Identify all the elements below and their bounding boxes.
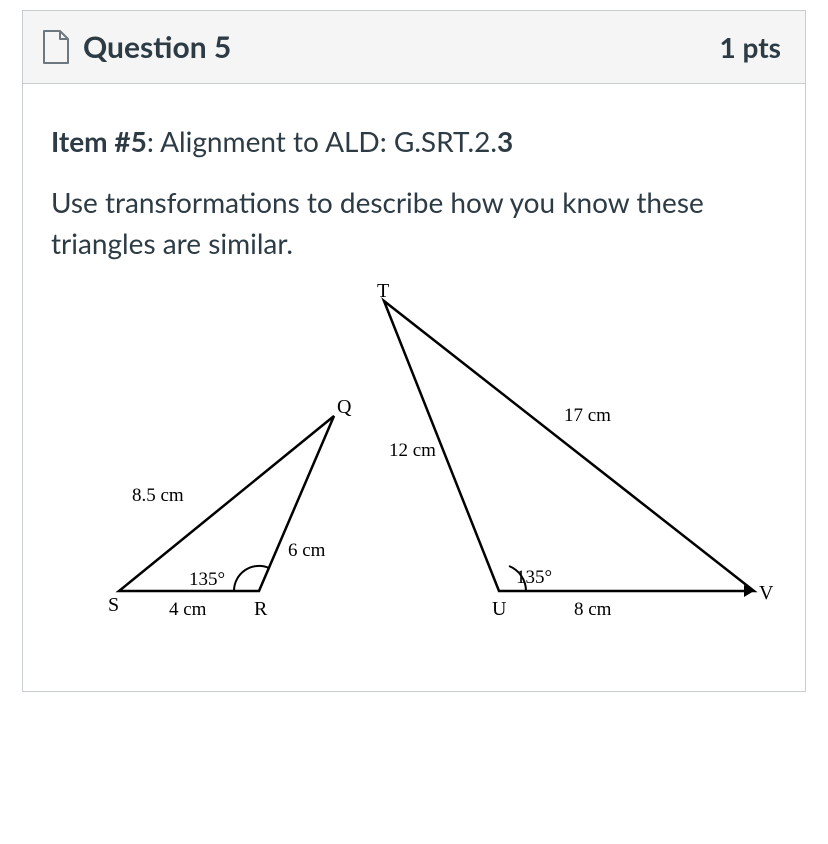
geometry-figure: S R Q 8.5 cm 4 cm 6 cm 135° T xyxy=(51,281,777,651)
question-body: Item #5: Alignment to ALD: G.SRT.2.3 Use… xyxy=(23,84,805,691)
item-alignment-line: Item #5: Alignment to ALD: G.SRT.2.3 xyxy=(51,124,777,158)
question-prompt: Use transformations to describe how you … xyxy=(51,182,777,263)
header-left: Question 5 xyxy=(41,29,231,65)
vertex-t: T xyxy=(377,281,389,302)
triangle-srq: S R Q 8.5 cm 4 cm 6 cm 135° xyxy=(108,396,352,620)
vertex-v: V xyxy=(759,582,774,604)
question-points: 1 pts xyxy=(720,30,781,64)
side-sq-len: 8.5 cm xyxy=(132,485,184,506)
angle-r: 135° xyxy=(189,569,225,590)
side-sr-len: 4 cm xyxy=(169,599,207,620)
vertex-u: U xyxy=(492,598,507,620)
vertex-r: R xyxy=(254,598,268,620)
item-number: Item #5 xyxy=(51,124,147,158)
item-standard-tail: 3 xyxy=(497,124,513,158)
side-uv-len: 8 cm xyxy=(574,599,612,620)
vertex-q: Q xyxy=(337,396,352,418)
side-tv-len: 17 cm xyxy=(564,405,611,426)
question-header: Question 5 1 pts xyxy=(23,11,805,84)
triangle-tuv: T U V 12 cm 8 cm 17 cm 135° xyxy=(377,281,774,620)
angle-u: 135° xyxy=(516,567,552,588)
item-alignment-text: : Alignment to ALD: G.SRT.2. xyxy=(147,124,497,158)
side-tu-len: 12 cm xyxy=(389,440,436,461)
triangles-svg: S R Q 8.5 cm 4 cm 6 cm 135° T xyxy=(54,281,774,651)
vertex-s: S xyxy=(108,594,119,616)
document-icon xyxy=(41,29,71,65)
question-title: Question 5 xyxy=(83,29,231,65)
question-card: Question 5 1 pts Item #5: Alignment to A… xyxy=(22,10,806,692)
side-rq-len: 6 cm xyxy=(288,540,326,561)
